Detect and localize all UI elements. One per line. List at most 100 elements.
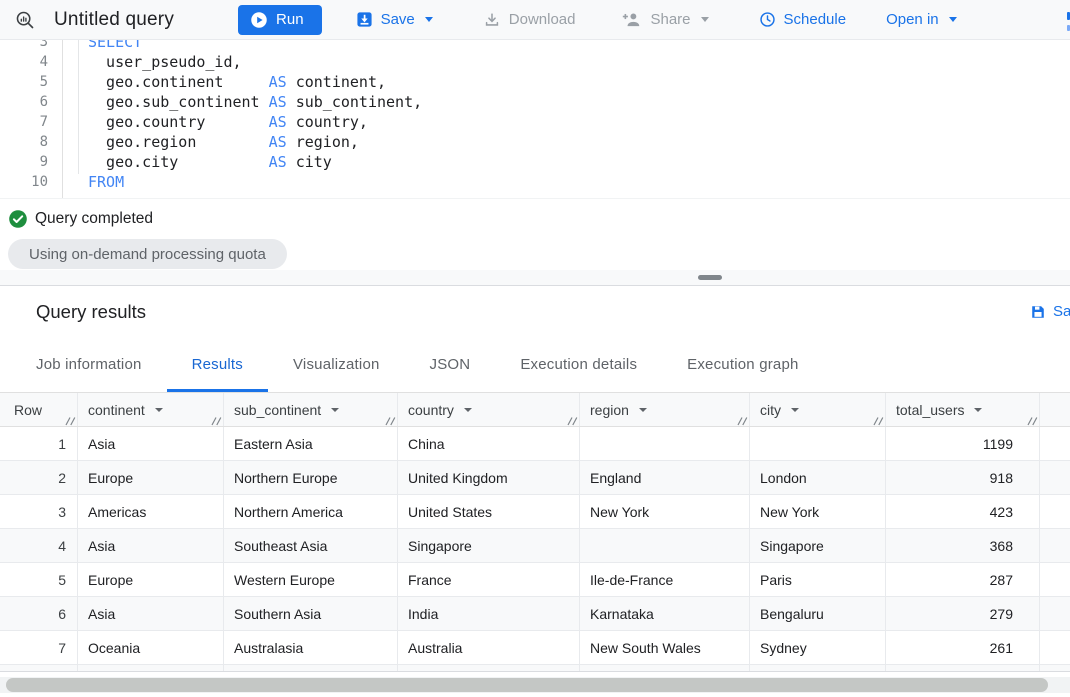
sql-text: sub_continent, [286, 93, 423, 111]
save-label: Save [380, 11, 415, 28]
query-title[interactable]: Untitled query [54, 9, 174, 31]
tab-job-information[interactable]: Job information [11, 337, 167, 392]
code-line: geo.sub_continent AS sub_continent, [88, 92, 1070, 112]
tab-results[interactable]: Results [166, 337, 268, 392]
table-cell: 6 [0, 597, 78, 630]
play-circle-icon [250, 11, 268, 29]
column-header-city[interactable]: city [750, 393, 886, 426]
column-resize-grip[interactable] [385, 413, 396, 426]
table-row-partial [0, 665, 1070, 672]
column-resize-grip[interactable] [873, 413, 884, 426]
table-cell: New York [580, 495, 750, 528]
share-label: Share [650, 11, 691, 28]
sql-keyword: AS [268, 113, 287, 131]
table-cell: Ile-de-France [580, 563, 750, 596]
run-button[interactable]: Run [238, 4, 322, 35]
results-title: Query results [36, 300, 147, 322]
table-cell: 2 [0, 461, 78, 494]
tab-execution-details[interactable]: Execution details [495, 337, 662, 392]
column-dropdown-icon[interactable] [331, 407, 340, 412]
chevron-down-icon [424, 17, 433, 22]
share-button[interactable]: Share [621, 11, 709, 28]
table-cell [1040, 597, 1070, 630]
column-dropdown-icon[interactable] [791, 407, 799, 412]
column-header-continent[interactable]: continent [78, 393, 224, 426]
table-cell: China [398, 427, 580, 460]
code-line: geo.city AS city [88, 152, 1070, 172]
column-dropdown-icon[interactable] [154, 407, 163, 412]
column-resize-grip[interactable] [65, 413, 76, 426]
download-label: Download [508, 11, 576, 28]
column-resize-grip[interactable] [211, 413, 222, 426]
query-toolbar: Untitled query Run Save Download Share S… [0, 0, 1070, 40]
tab-visualization[interactable]: Visualization [268, 337, 405, 392]
table-row: 4 Asia Southeast Asia Singapore Singapore 368 [0, 529, 1070, 563]
table-cell: Southern Asia [224, 597, 398, 630]
table-cell: 5 [0, 563, 78, 596]
save-results-button[interactable]: Sa [1030, 286, 1070, 337]
column-label: total_users [896, 401, 965, 418]
chevron-down-icon [948, 17, 957, 22]
editor-gutter: 3 4 5 6 7 8 9 10 [0, 40, 63, 198]
table-cell: India [398, 597, 580, 630]
column-header-extra [1040, 393, 1070, 426]
column-header-total_users[interactable]: total_users [886, 393, 1040, 426]
person-add-icon [621, 11, 642, 28]
schedule-button[interactable]: Schedule [759, 11, 846, 28]
panel-drag-handle[interactable] [698, 275, 722, 280]
sql-text: geo.continent [88, 73, 269, 91]
editor-code-lines: SELECT user_pseudo_id, geo.continent AS … [63, 40, 1070, 192]
column-resize-grip[interactable] [567, 413, 578, 426]
table-cell: Karnataka [580, 597, 750, 630]
column-dropdown-icon[interactable] [463, 407, 472, 412]
tab-execution-graph[interactable]: Execution graph [662, 337, 823, 392]
results-table-header-row: Row continent sub_continent country region ci… [0, 393, 1070, 427]
save-button[interactable]: Save [356, 11, 433, 28]
column-header-Row[interactable]: Row [0, 393, 78, 426]
column-dropdown-icon[interactable] [638, 407, 647, 412]
table-cell: New York [750, 495, 886, 528]
download-button[interactable]: Download [483, 11, 576, 29]
column-resize-grip[interactable] [1027, 413, 1038, 426]
scrollbar-track[interactable] [0, 677, 1070, 693]
column-header-country[interactable]: country [398, 393, 580, 426]
download-icon [483, 11, 501, 29]
table-cell [1040, 461, 1070, 494]
table-row: 3 Americas Northern America United States Ne… [0, 495, 1070, 529]
table-cell: England [580, 461, 750, 494]
scrollbar-thumb[interactable] [6, 678, 1048, 692]
editor-code[interactable]: SELECT user_pseudo_id, geo.continent AS … [63, 40, 1070, 198]
sql-text: geo.sub_continent [88, 93, 269, 111]
table-cell: 3 [0, 495, 78, 528]
table-cell: Australia [398, 631, 580, 664]
table-cell [580, 529, 750, 562]
line-number: 4 [39, 54, 48, 70]
table-cell: Northern America [224, 495, 398, 528]
line-number: 7 [39, 114, 48, 130]
sql-text: geo.country [88, 113, 269, 131]
line-number: 8 [39, 134, 48, 150]
code-line: geo.region AS region, [88, 132, 1070, 152]
code-line: SELECT [88, 40, 1070, 52]
sql-editor[interactable]: 3 4 5 6 7 8 9 10 SELECT user_pseudo_id, geo.con… [0, 40, 1070, 198]
table-cell: 423 [886, 495, 1040, 528]
line-number: 10 [31, 174, 48, 190]
column-dropdown-icon[interactable] [974, 407, 983, 412]
table-cell: United States [398, 495, 580, 528]
column-resize-grip[interactable] [737, 413, 748, 426]
table-cell: Asia [78, 529, 224, 562]
query-status-section: Query completed Using on-demand processi… [0, 198, 1070, 270]
bigquery-editor-window: Untitled query Run Save Download Share S… [0, 0, 1070, 697]
open-in-button[interactable]: Open in [886, 11, 957, 28]
column-header-sub_continent[interactable]: sub_continent [224, 393, 398, 426]
sql-keyword: FROM [88, 173, 125, 191]
query-status-message: Query completed [35, 210, 154, 227]
table-cell: 918 [886, 461, 1040, 494]
table-cell: Paris [750, 563, 886, 596]
column-header-region[interactable]: region [580, 393, 750, 426]
table-cell: Singapore [398, 529, 580, 562]
sql-text: geo.city [88, 153, 269, 171]
save-icon [356, 11, 373, 28]
column-label: continent [88, 401, 145, 418]
tab-json[interactable]: JSON [405, 337, 496, 392]
